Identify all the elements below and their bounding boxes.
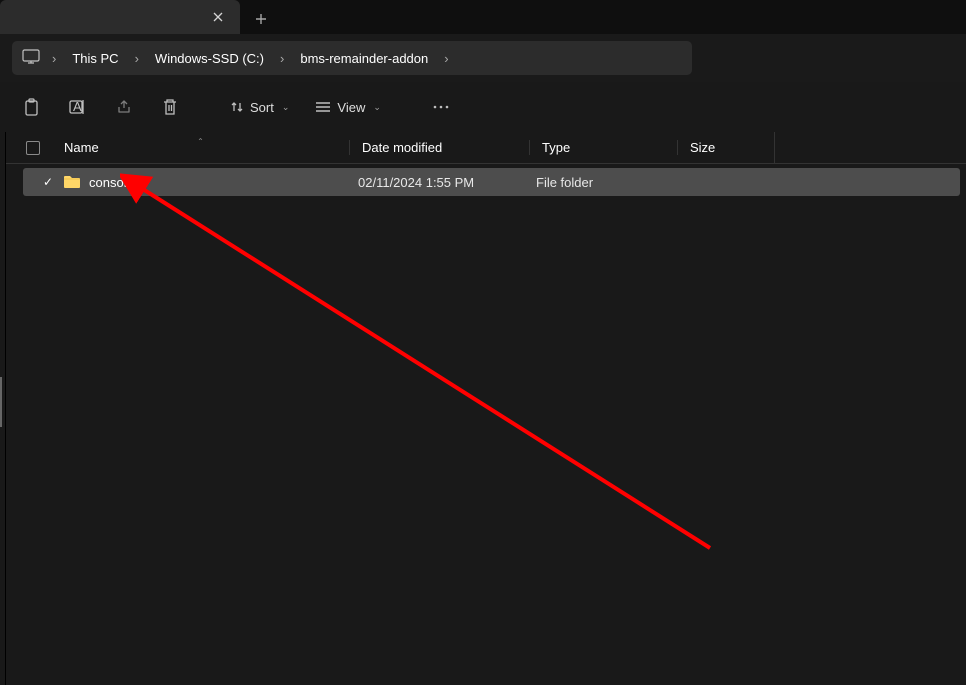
folder-icon bbox=[63, 175, 81, 189]
breadcrumb-item-drive[interactable]: Windows-SSD (C:) bbox=[151, 49, 268, 68]
column-header-size[interactable]: Size bbox=[677, 140, 774, 155]
delete-button[interactable] bbox=[150, 89, 190, 125]
chevron-right-icon: › bbox=[133, 51, 141, 66]
file-name-label: console bbox=[89, 175, 134, 190]
view-label: View bbox=[337, 100, 365, 115]
breadcrumb[interactable]: › This PC › Windows-SSD (C:) › bms-remai… bbox=[12, 41, 692, 75]
check-icon: ✓ bbox=[43, 175, 53, 189]
close-tab-icon[interactable] bbox=[210, 9, 226, 25]
file-date-cell: 02/11/2024 1:55 PM bbox=[358, 175, 536, 190]
column-header-type[interactable]: Type bbox=[529, 140, 677, 155]
sort-button[interactable]: Sort ⌄ bbox=[220, 89, 299, 125]
view-button[interactable]: View ⌄ bbox=[305, 89, 391, 125]
chevron-right-icon: › bbox=[278, 51, 286, 66]
new-tab-button[interactable] bbox=[244, 4, 278, 34]
chevron-down-icon: ⌄ bbox=[373, 102, 381, 113]
select-all-checkbox[interactable] bbox=[26, 141, 52, 155]
column-header-name[interactable]: ⌃ Name bbox=[52, 140, 349, 155]
breadcrumb-item-this-pc[interactable]: This PC bbox=[68, 49, 122, 68]
sort-asc-icon: ⌃ bbox=[197, 137, 204, 146]
column-header-date[interactable]: Date modified bbox=[349, 140, 529, 155]
content-area: ⌃ Name Date modified Type Size ✓ console… bbox=[0, 132, 966, 685]
toolbar: A Sort ⌄ View ⌄ bbox=[0, 82, 966, 132]
pc-icon bbox=[22, 49, 40, 68]
sort-label: Sort bbox=[250, 100, 274, 115]
file-list: ⌃ Name Date modified Type Size ✓ console… bbox=[6, 132, 966, 685]
paste-button[interactable] bbox=[12, 89, 52, 125]
chevron-down-icon: ⌄ bbox=[282, 102, 290, 113]
view-icon bbox=[315, 101, 331, 113]
more-button[interactable] bbox=[421, 89, 461, 125]
column-headers: ⌃ Name Date modified Type Size bbox=[6, 132, 966, 164]
sidebar-scrollbar[interactable] bbox=[0, 377, 2, 427]
address-bar: › This PC › Windows-SSD (C:) › bms-remai… bbox=[0, 34, 966, 82]
file-row[interactable]: ✓ console 02/11/2024 1:55 PM File folder bbox=[23, 168, 960, 196]
svg-text:A: A bbox=[73, 99, 82, 114]
sort-icon bbox=[230, 100, 244, 114]
share-button[interactable] bbox=[104, 89, 144, 125]
tab-bar bbox=[0, 0, 966, 34]
breadcrumb-item-folder[interactable]: bms-remainder-addon bbox=[296, 49, 432, 68]
chevron-right-icon: › bbox=[50, 51, 58, 66]
active-tab[interactable] bbox=[0, 0, 240, 34]
rename-button[interactable]: A bbox=[58, 89, 98, 125]
row-checkbox[interactable]: ✓ bbox=[43, 175, 63, 189]
chevron-right-icon: › bbox=[442, 51, 450, 66]
sidebar-collapsed bbox=[0, 132, 6, 685]
file-name-cell: console bbox=[63, 175, 358, 190]
file-type-cell: File folder bbox=[536, 175, 685, 190]
